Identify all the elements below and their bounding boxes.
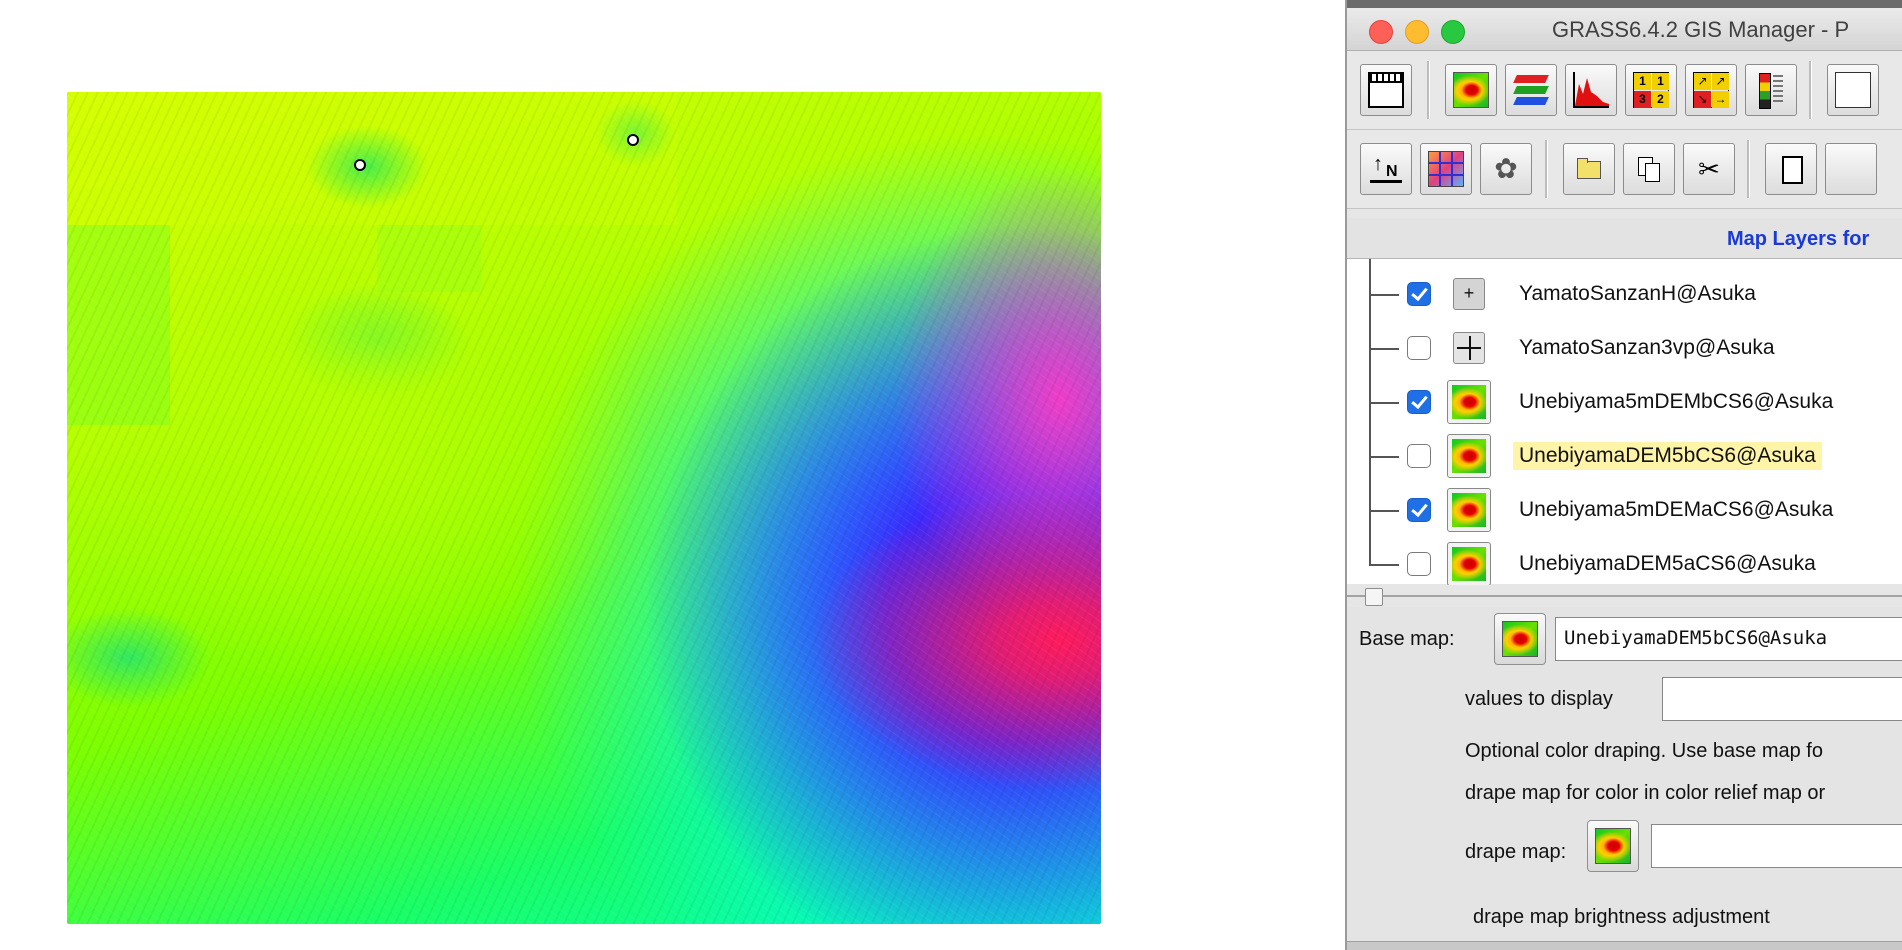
drape-map-field[interactable] — [1651, 824, 1902, 868]
layer-visibility-checkbox[interactable] — [1407, 444, 1431, 468]
values-to-display-field[interactable] — [1662, 677, 1902, 721]
layer-visibility-checkbox[interactable] — [1407, 552, 1431, 576]
add-group-button[interactable] — [1563, 143, 1615, 195]
splitter-track — [1347, 595, 1902, 597]
raster-map-icon — [1447, 380, 1491, 424]
add-vector-button[interactable] — [1505, 64, 1557, 116]
terrain-texture — [67, 92, 1101, 924]
overflow-icon — [1835, 72, 1871, 108]
raster-map-icon — [1447, 434, 1491, 478]
layer-visibility-checkbox[interactable] — [1407, 498, 1431, 522]
select-base-map-button[interactable] — [1494, 613, 1546, 665]
peak-marker — [627, 134, 639, 146]
layer-row[interactable]: YamatoSanzan3vp@Asuka — [1347, 321, 1902, 375]
minimize-window-button[interactable] — [1405, 20, 1429, 44]
layer-options-panel: Base map: UnebiyamaDEM5bCS6@Asuka values… — [1347, 607, 1902, 950]
zoom-window-button[interactable] — [1441, 20, 1465, 44]
map-layers-header: Map Layers for — [1347, 218, 1902, 259]
copy-icon — [1631, 151, 1667, 187]
raster-map-icon — [1447, 488, 1491, 532]
peak-marker — [354, 159, 366, 171]
arrows-button[interactable]: ↗ ↗ ↘ → — [1685, 64, 1737, 116]
north-arrow-button[interactable]: ↑ N — [1360, 143, 1412, 195]
tree-connector — [1369, 348, 1399, 350]
drape-note-line-2: drape map for color in color relief map … — [1465, 782, 1826, 804]
toolbar-separator — [1545, 140, 1548, 198]
folder-icon — [1571, 151, 1607, 187]
new-display-icon — [1368, 72, 1404, 108]
layer-tree: + YamatoSanzanH@Asuka YamatoSanzan3vp@As… — [1347, 259, 1902, 586]
grid-icon — [1428, 151, 1464, 187]
drape-map-label: drape map: — [1465, 841, 1567, 863]
raster-labels-icon: 1 1 3 2 — [1633, 72, 1669, 108]
toolbar-overflow-button[interactable] — [1827, 64, 1879, 116]
panel-bottom-edge — [1347, 941, 1902, 950]
toolbar-separator — [1747, 140, 1750, 198]
values-to-display-label: values to display — [1465, 688, 1613, 710]
menu-bar-strip — [1347, 0, 1902, 8]
tree-connector — [1369, 456, 1399, 458]
tree-connector — [1369, 564, 1399, 566]
raster-map-icon — [1447, 542, 1491, 586]
grid-button[interactable] — [1420, 143, 1472, 195]
select-drape-map-button[interactable] — [1587, 820, 1639, 872]
layer-row[interactable]: Unebiyama5mDEMaCS6@Asuka — [1347, 483, 1902, 537]
cut-button[interactable]: ✂ — [1683, 143, 1735, 195]
pane-splitter[interactable] — [1347, 585, 1902, 607]
gear-icon: ✿ — [1494, 153, 1518, 184]
layer-name[interactable]: Unebiyama5mDEMaCS6@Asuka — [1513, 496, 1839, 524]
layer-visibility-checkbox[interactable] — [1407, 390, 1431, 414]
close-window-button[interactable] — [1369, 20, 1393, 44]
layer-name[interactable]: UnebiyamaDEM5bCS6@Asuka — [1513, 442, 1822, 470]
point-symbol-icon: + — [1453, 278, 1485, 310]
base-map-field[interactable]: UnebiyamaDEM5bCS6@Asuka — [1555, 617, 1902, 661]
drape-note-line-1: Optional color draping. Use base map fo — [1465, 740, 1823, 762]
layer-row[interactable]: + YamatoSanzanH@Asuka — [1347, 267, 1902, 321]
tree-connector — [1369, 294, 1399, 296]
layer-visibility-checkbox[interactable] — [1407, 336, 1431, 360]
toolbar-display: 1 1 3 2 ↗ ↗ ↘ → — [1347, 51, 1902, 130]
title-bar[interactable]: GRASS6.4.2 GIS Manager - P — [1347, 8, 1902, 51]
raster-map-icon — [1453, 72, 1489, 108]
raster-map-icon — [1595, 828, 1631, 864]
toolbar-tools: ↑ N ✿ ✂ — [1347, 130, 1902, 209]
new-display-button[interactable] — [1360, 64, 1412, 116]
north-arrow-icon: ↑ N — [1368, 151, 1404, 187]
new-file-button[interactable] — [1765, 143, 1817, 195]
layer-name[interactable]: Unebiyama5mDEMbCS6@Asuka — [1513, 388, 1839, 416]
copy-button[interactable] — [1623, 143, 1675, 195]
crosshair-icon — [1453, 332, 1485, 364]
arrows-grid-icon: ↗ ↗ ↘ → — [1693, 72, 1729, 108]
new-file-icon — [1773, 151, 1809, 187]
tree-connector — [1369, 402, 1399, 404]
cut-icon: ✂ — [1698, 154, 1720, 184]
layer-row[interactable]: UnebiyamaDEM5aCS6@Asuka — [1347, 537, 1902, 591]
histogram-button[interactable] — [1565, 64, 1617, 116]
map-layers-title: Map Layers for — [1727, 228, 1870, 250]
tree-connector — [1369, 510, 1399, 512]
gis-manager-window: GRASS6.4.2 GIS Manager - P 1 1 3 2 ↗ ↗ ↘… — [1345, 0, 1902, 950]
layer-row[interactable]: Unebiyama5mDEMbCS6@Asuka — [1347, 375, 1902, 429]
settings-button[interactable]: ✿ — [1480, 143, 1532, 195]
toolbar-separator — [1427, 61, 1430, 119]
window-title: GRASS6.4.2 GIS Manager - P — [1552, 17, 1850, 42]
splitter-handle[interactable] — [1365, 588, 1383, 606]
toolbar-separator — [1809, 61, 1812, 119]
legend-button[interactable] — [1745, 64, 1797, 116]
layer-visibility-checkbox[interactable] — [1407, 282, 1431, 306]
base-map-label: Base map: — [1359, 628, 1455, 650]
layer-row-selected[interactable]: UnebiyamaDEM5bCS6@Asuka — [1347, 429, 1902, 483]
add-raster-button[interactable] — [1445, 64, 1497, 116]
toolbar-overflow-button[interactable] — [1825, 143, 1877, 195]
raster-map-icon — [1502, 621, 1538, 657]
dem-map-display[interactable] — [67, 92, 1101, 924]
vector-layers-icon — [1513, 72, 1549, 108]
histogram-icon — [1573, 72, 1609, 108]
layer-name[interactable]: UnebiyamaDEM5aCS6@Asuka — [1513, 550, 1822, 578]
layer-name[interactable]: YamatoSanzanH@Asuka — [1513, 280, 1762, 308]
layer-name[interactable]: YamatoSanzan3vp@Asuka — [1513, 334, 1781, 362]
legend-icon — [1753, 72, 1789, 109]
drape-brightness-label: drape map brightness adjustment — [1473, 906, 1770, 928]
raster-labels-button[interactable]: 1 1 3 2 — [1625, 64, 1677, 116]
